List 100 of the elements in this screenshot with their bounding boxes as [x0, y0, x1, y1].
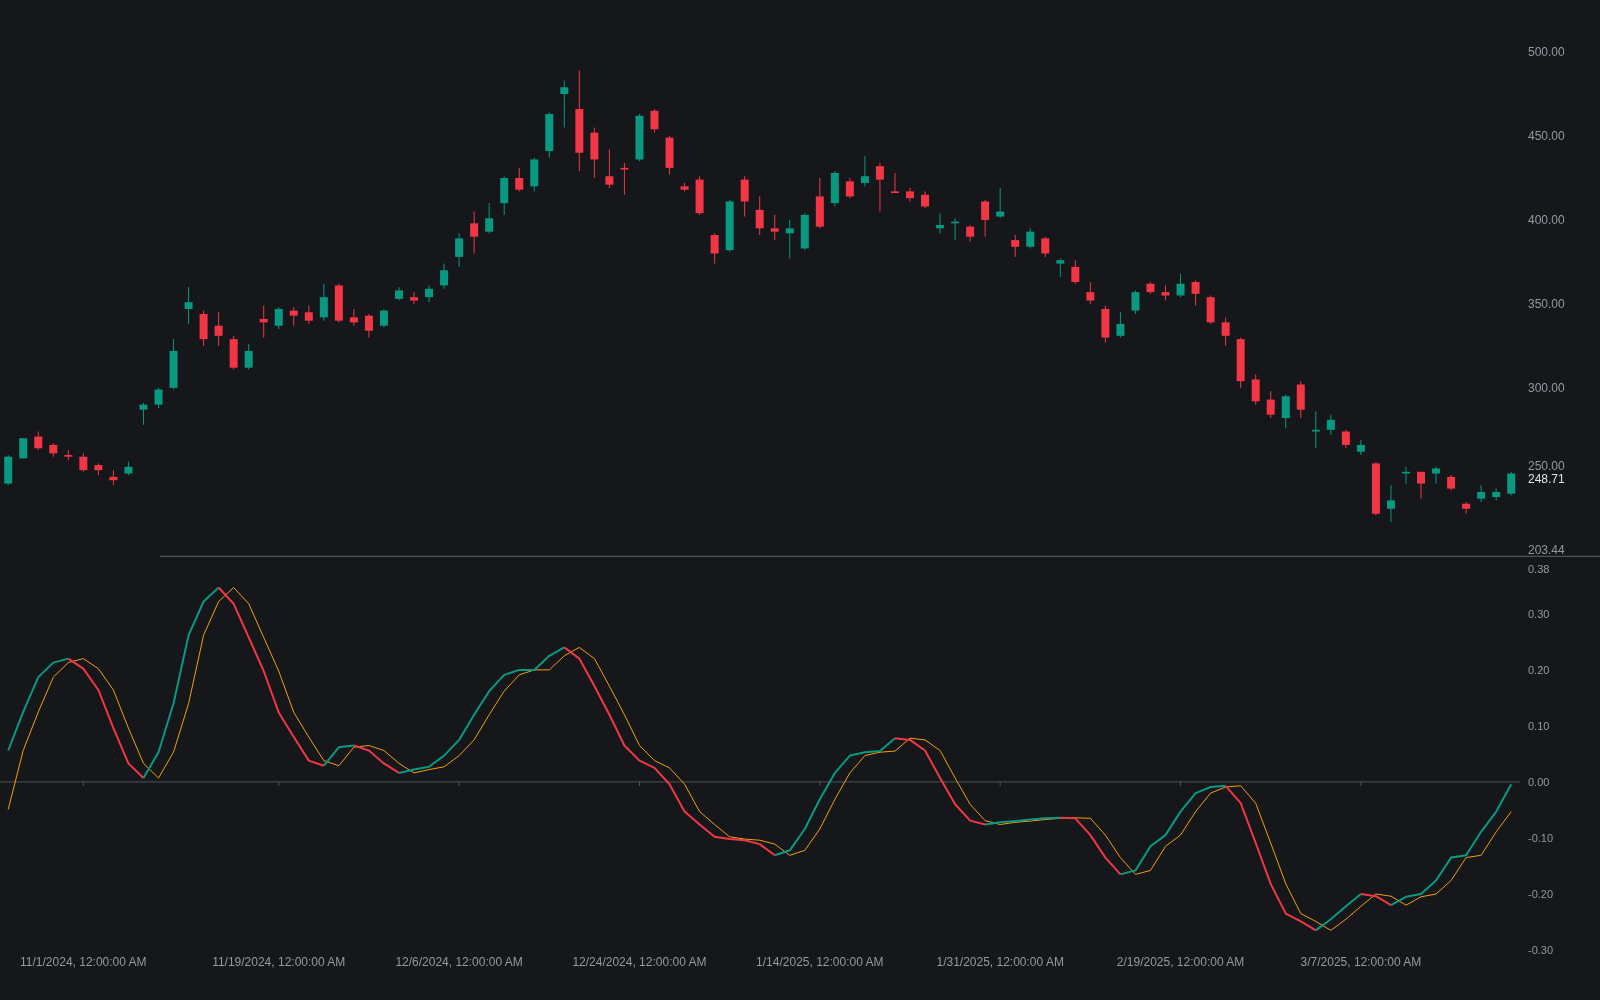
candle	[785, 219, 794, 260]
candle	[1011, 234, 1020, 258]
candle	[665, 135, 674, 176]
candle	[349, 308, 358, 327]
candle	[921, 190, 930, 209]
candle	[19, 437, 28, 459]
candle	[620, 162, 629, 196]
axis-label: 3/7/2025, 12:00:00 AM	[1300, 955, 1422, 969]
candle	[590, 127, 599, 179]
candle	[605, 148, 614, 189]
axis-label: -0.20	[1528, 887, 1554, 900]
candle	[259, 305, 268, 338]
candle	[34, 431, 43, 451]
candle	[1221, 316, 1230, 347]
candle	[124, 461, 133, 476]
candle	[1071, 259, 1080, 285]
axis-label: 1/31/2025, 12:00:00 AM	[936, 955, 1064, 969]
candle	[440, 263, 449, 290]
candle	[1417, 471, 1425, 500]
axis-label: 12/24/2024, 12:00:00 AM	[572, 955, 707, 969]
candle	[154, 387, 163, 409]
candle	[545, 111, 554, 159]
candle	[455, 232, 464, 268]
candle	[364, 313, 373, 338]
axis-label: 0.20	[1528, 663, 1550, 676]
candle	[936, 212, 945, 234]
candle	[710, 232, 719, 265]
axis-label: 1/14/2025, 12:00:00 AM	[756, 955, 884, 969]
candle	[650, 108, 659, 134]
candle	[1131, 289, 1140, 315]
candle	[966, 224, 975, 243]
axis-label: 2/19/2025, 12:00:00 AM	[1116, 955, 1245, 969]
candle	[1161, 284, 1170, 302]
candle	[395, 286, 403, 302]
axis-label: -0.10	[1528, 831, 1554, 844]
axis-label: 400.00	[1528, 212, 1565, 227]
candle	[1447, 474, 1456, 491]
candle	[530, 157, 539, 192]
candle	[214, 311, 223, 347]
candle	[725, 199, 734, 253]
candle	[1341, 429, 1350, 449]
candle	[1371, 461, 1380, 516]
candle	[229, 335, 238, 370]
candle	[1251, 373, 1260, 406]
candle	[1041, 236, 1050, 258]
candle	[1311, 410, 1320, 449]
candle	[1296, 380, 1305, 419]
candle	[1206, 295, 1215, 325]
candle	[1507, 471, 1516, 496]
candle	[79, 452, 88, 473]
candle	[875, 162, 884, 213]
axis-label: 300.00	[1528, 380, 1565, 395]
candle	[890, 172, 899, 194]
candle	[4, 454, 13, 486]
candle	[815, 177, 824, 229]
axis-label: 203.44	[1528, 543, 1565, 557]
candle	[1191, 279, 1200, 307]
candle	[244, 343, 253, 370]
axis-label: 0.10	[1528, 719, 1550, 732]
candle	[770, 214, 779, 241]
axis-label: 11/19/2024, 12:00:00 AM	[212, 955, 346, 969]
candle	[274, 306, 283, 330]
candle	[1402, 466, 1410, 485]
candle	[485, 202, 494, 234]
candle	[1116, 311, 1125, 338]
candle	[996, 187, 1005, 219]
candle	[334, 283, 343, 323]
candle	[319, 283, 328, 322]
candle	[425, 284, 434, 303]
candle	[740, 175, 749, 218]
candle	[1266, 390, 1275, 419]
candle	[139, 402, 148, 426]
candle	[800, 212, 809, 251]
candle	[1146, 281, 1155, 295]
axis-label: 0.38	[1528, 563, 1550, 575]
candle	[64, 449, 73, 461]
candle	[94, 462, 103, 476]
candle	[1326, 414, 1335, 436]
candle	[379, 308, 388, 328]
candle	[951, 217, 960, 241]
axis-label: 250.00	[1528, 459, 1565, 474]
candle	[500, 175, 509, 216]
candle	[515, 167, 524, 192]
candle	[169, 338, 178, 391]
candle	[49, 442, 58, 458]
candle	[1026, 227, 1035, 249]
axis-label: 450.00	[1528, 128, 1565, 143]
axis-label: 12/6/2024, 12:00:00 AM	[395, 955, 523, 969]
candle	[1386, 484, 1395, 523]
axis-label: 0.30	[1528, 607, 1550, 620]
candle	[635, 113, 644, 162]
candle	[695, 175, 704, 216]
axis-label: 0.00	[1528, 775, 1550, 788]
candle	[109, 469, 118, 486]
candle	[560, 80, 569, 129]
candle	[1086, 281, 1095, 305]
candle	[860, 155, 869, 187]
candle	[184, 286, 193, 325]
candle	[830, 170, 839, 207]
candle	[1462, 501, 1471, 515]
